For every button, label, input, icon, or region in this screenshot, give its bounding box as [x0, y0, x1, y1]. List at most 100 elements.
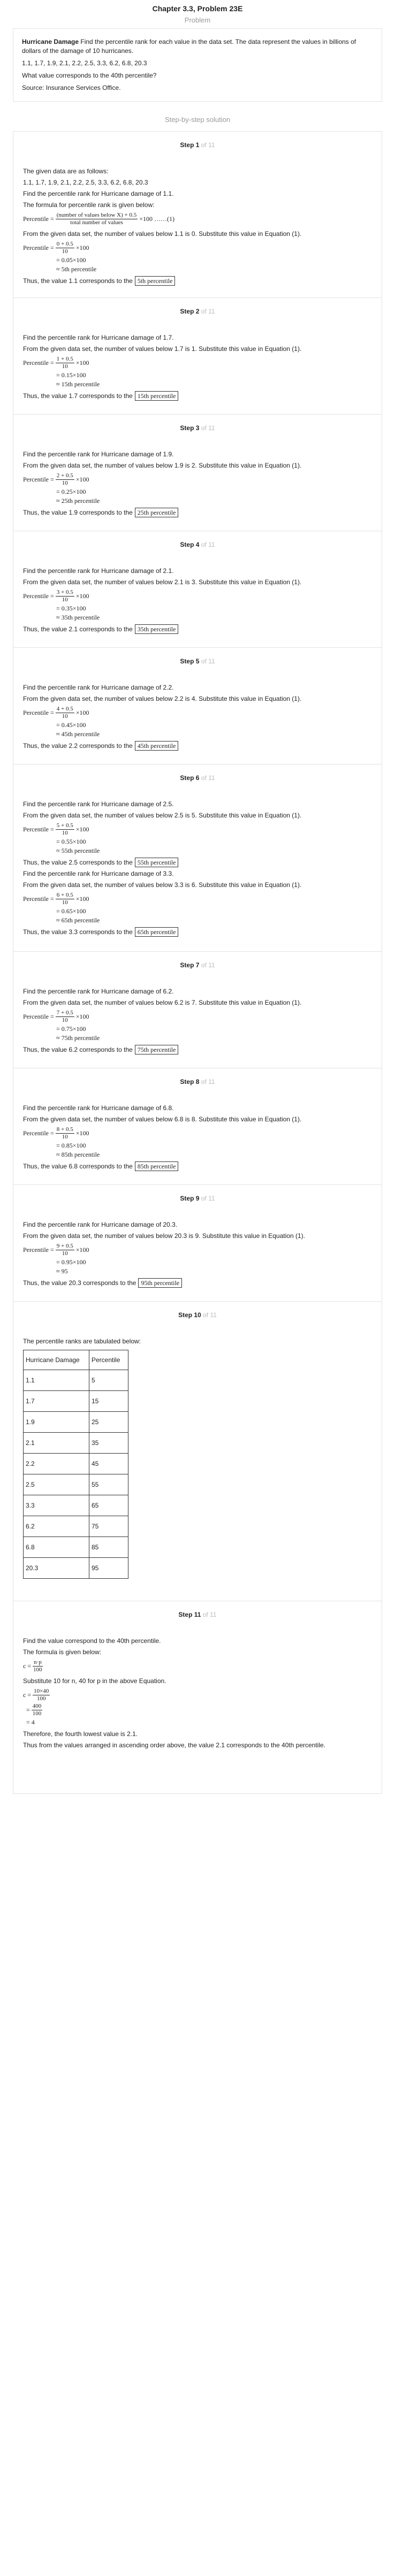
table-cell: 1.9: [23, 1411, 89, 1433]
table-row: 6.2 75: [23, 1516, 128, 1537]
step-number: Step 5: [180, 658, 200, 665]
step-header: Step 7 of 11: [23, 961, 372, 969]
step-number: Step 2: [180, 308, 200, 315]
problem-question: What value corresponds to the 40th perce…: [22, 72, 157, 79]
equation: Percentile = 1 + 0.5 10 ×100 = 0.15×100 ≈…: [23, 356, 372, 388]
step-10: Step 10 of 11 The percentile ranks are t…: [13, 1301, 382, 1601]
equation-line: = 0.45×100: [56, 721, 86, 729]
denominator: 10: [62, 248, 68, 255]
step-total: of 11: [203, 1311, 217, 1319]
equation-line: ≈ 45th percentile: [56, 730, 100, 738]
answer-box: 15th percentile: [134, 391, 179, 401]
formula-lhs: Percentile =: [23, 895, 54, 903]
step-text: The formula for percentile rank is given…: [23, 201, 155, 209]
formula-lhs: Percentile =: [23, 1246, 54, 1253]
page-title: Chapter 3.3, Problem 23E: [152, 4, 243, 13]
equation-line: = 0.95×100: [56, 1258, 86, 1266]
numerator: 1 + 0.5: [55, 356, 74, 363]
fraction: 9 + 0.5 10: [55, 1243, 74, 1257]
table-cell: 1.7: [23, 1390, 89, 1412]
table-cell: 3.3: [23, 1495, 89, 1516]
step-9: Step 9 of 11 Find the percentile rank fo…: [13, 1184, 382, 1301]
fraction: 4 + 0.5 10: [55, 706, 74, 720]
equation-line: ≈ 55th percentile: [56, 846, 100, 854]
conclusion-text: Thus, the value 20.3 corresponds to the: [23, 1279, 136, 1287]
table-cell: 95: [89, 1557, 128, 1579]
step-number: Step 8: [180, 1078, 200, 1086]
multiplier: ×100: [75, 825, 89, 833]
formula-lhs: Percentile =: [23, 359, 54, 366]
step-header: Step 9 of 11: [23, 1195, 372, 1202]
table-cell: 2.5: [23, 1474, 89, 1495]
step-total: of 11: [201, 1078, 215, 1086]
step-7: Step 7 of 11 Find the percentile rank fo…: [13, 951, 382, 1068]
step-number: Step 9: [180, 1195, 200, 1202]
answer-box: 35th percentile: [134, 624, 179, 634]
percentile-table: Hurricane Damage Percentile 1.1 5 1.7 15 1…: [23, 1350, 128, 1579]
denominator: 100: [32, 1710, 42, 1717]
formula-lhs: Percentile =: [23, 1129, 54, 1137]
step-text: Find the percentile rank for Hurricane d…: [23, 684, 174, 691]
numerator: 7 + 0.5: [55, 1010, 74, 1017]
step-text: The formula is given below:: [23, 1648, 102, 1656]
step-8: Step 8 of 11 Find the percentile rank fo…: [13, 1068, 382, 1184]
table-cell: 45: [89, 1453, 128, 1474]
equation-line: ≈ 95: [56, 1267, 68, 1275]
step-text: Find the percentile rank for Hurricane d…: [23, 450, 174, 458]
solution-heading: Step-by-step solution: [164, 116, 231, 124]
table-row: 2.5 55: [23, 1474, 128, 1495]
denominator: 100: [33, 1667, 42, 1673]
conclusion: Thus, the value 2.5 corresponds to the 55…: [23, 858, 372, 867]
conclusion-text: Thus, the value 2.5 corresponds to the: [23, 859, 133, 866]
conclusion-text: Thus, the value 2.1 corresponds to the: [23, 625, 133, 633]
table-cell: 1.1: [23, 1370, 89, 1391]
step-total: of 11: [201, 658, 215, 665]
equation: Percentile = 2 + 0.5 10 ×100 = 0.25×100 ≈…: [23, 472, 372, 505]
numerator: 0 + 0.5: [55, 241, 74, 248]
table-row: 1.7 15: [23, 1390, 128, 1412]
numerator: 3 + 0.5: [55, 589, 74, 597]
step-header: Step 2 of 11: [23, 308, 372, 315]
step-text: 1.1, 1.7, 1.9, 2.1, 2.2, 2.5, 3.3, 6.2, …: [23, 179, 148, 186]
step-6: Step 6 of 11 Find the percentile rank fo…: [13, 764, 382, 951]
multiplier: ×100: [75, 476, 89, 483]
step-text: Find the percentile rank for Hurricane d…: [23, 1221, 178, 1228]
step-header: Step 8 of 11: [23, 1078, 372, 1086]
fraction: 5 + 0.5 10: [55, 822, 74, 837]
step-5: Step 5 of 11 Find the percentile rank fo…: [13, 647, 382, 764]
step-text: Find the percentile rank for Hurricane d…: [23, 988, 174, 995]
equation: Percentile = 0 + 0.5 10 ×100 = 0.05×100 ≈…: [23, 241, 372, 273]
step-text: From the given data set, the number of v…: [23, 462, 302, 469]
multiplier: ×100: [75, 709, 89, 716]
fraction: (number of values below X) + 0.5 total nu…: [55, 212, 138, 226]
fraction: 0 + 0.5 10: [55, 241, 74, 255]
answer-box: 65th percentile: [134, 927, 179, 937]
conclusion: Thus, the value 2.1 corresponds to the 35…: [23, 624, 372, 634]
step-number: Step 10: [178, 1311, 201, 1319]
problem-heading: Problem: [184, 16, 211, 24]
step-11: Step 11 of 11 Find the value correspond …: [13, 1601, 382, 1793]
table-header-cell: Percentile: [89, 1350, 128, 1370]
equation: Percentile = 4 + 0.5 10 ×100 = 0.45×100 ≈…: [23, 706, 372, 738]
equation-line: = 4: [26, 1718, 35, 1726]
step-number: Step 1: [180, 141, 200, 149]
conclusion: Thus, the value 6.2 corresponds to the 75…: [23, 1045, 372, 1054]
step-text: Find the percentile rank for Hurricane d…: [23, 800, 174, 808]
step-header: Step 1 of 11: [23, 141, 372, 149]
table-cell: 15: [89, 1390, 128, 1412]
fraction: 10×40 100: [33, 1688, 50, 1702]
answer-box: 45th percentile: [134, 741, 179, 751]
step-4: Step 4 of 11 Find the percentile rank fo…: [13, 531, 382, 647]
answer-box: 95th percentile: [138, 1278, 183, 1288]
step-text: From the given data set, the number of v…: [23, 812, 302, 819]
step-header: Step 10 of 11: [23, 1311, 372, 1319]
formula-lhs: Percentile =: [23, 825, 54, 833]
step-total: of 11: [201, 541, 215, 548]
table-cell: 5: [89, 1370, 128, 1391]
table-row: 6.8 85: [23, 1537, 128, 1558]
steps-container: Step 1 of 11 The given data are as follo…: [13, 131, 382, 1794]
equation: Percentile = 7 + 0.5 10 ×100 = 0.75×100 ≈…: [23, 1010, 372, 1042]
equation-line: ≈ 65th percentile: [56, 916, 100, 924]
step-text: From the given data set, the number of v…: [23, 230, 302, 238]
table-header-cell: Hurricane Damage: [23, 1350, 89, 1370]
